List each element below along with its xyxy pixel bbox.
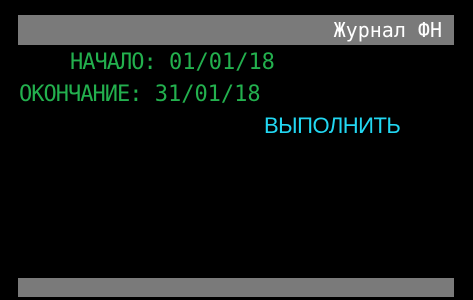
- device-screen: Журнал ФН НАЧАЛО: 01/01/18 ОКОНЧАНИЕ: 31…: [0, 0, 473, 300]
- start-date-label: НАЧАЛО:: [70, 50, 157, 75]
- screen-title: Журнал ФН: [333, 18, 442, 42]
- start-date-value[interactable]: 01/01/18: [169, 50, 275, 75]
- title-bar: Журнал ФН: [18, 15, 454, 45]
- bottom-bar: [18, 278, 454, 297]
- start-date-row[interactable]: НАЧАЛО: 01/01/18: [70, 49, 275, 77]
- execute-button[interactable]: ВЫПОЛНИТЬ: [264, 112, 401, 140]
- end-date-row[interactable]: ОКОНЧАНИЕ: 31/01/18: [19, 81, 261, 109]
- end-date-label: ОКОНЧАНИЕ:: [19, 82, 142, 107]
- end-date-value[interactable]: 31/01/18: [155, 82, 261, 107]
